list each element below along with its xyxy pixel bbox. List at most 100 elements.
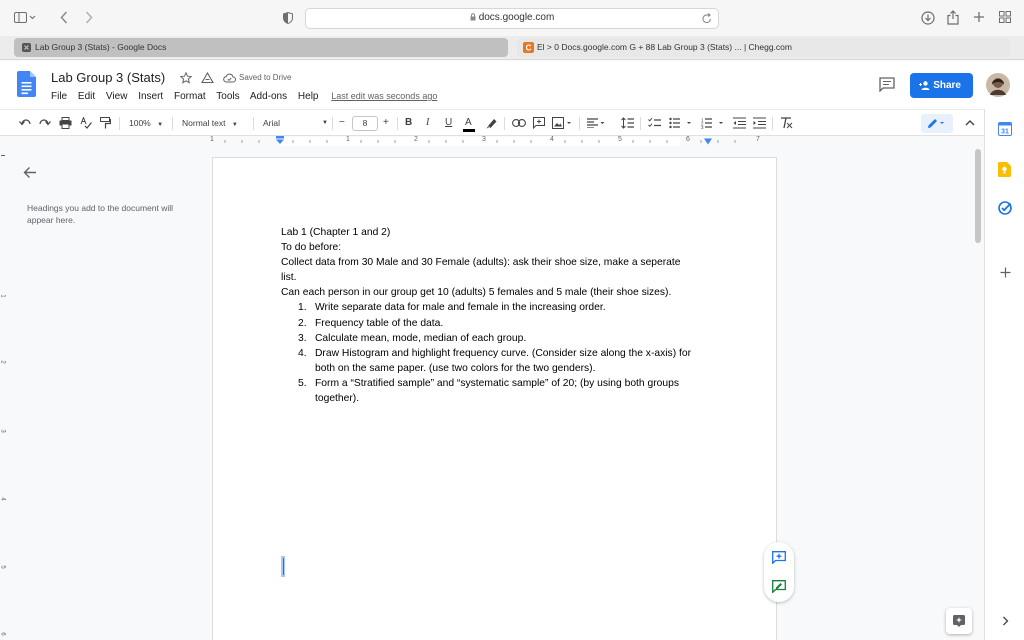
ruler-number: 3	[0, 429, 6, 433]
add-comment-icon[interactable]	[772, 551, 786, 564]
lock-icon	[470, 13, 476, 21]
sidebar-toggle-icon[interactable]	[14, 12, 36, 24]
menu-help[interactable]: Help	[298, 91, 319, 102]
right-indent-marker-icon[interactable]	[703, 138, 713, 145]
reload-icon[interactable]	[702, 13, 712, 24]
formatting-toolbar: 100% ▼ Normal text ▼ Arial ▼ − 8 + B I U …	[0, 109, 984, 136]
tab-label: El > 0 Docs.google.com G + 88 Lab Group …	[537, 42, 792, 52]
ruler-number: 6	[686, 136, 690, 143]
style-value: Normal text	[182, 118, 226, 128]
add-comment-icon[interactable]	[533, 117, 545, 129]
clear-formatting-icon[interactable]	[780, 117, 793, 129]
share-button[interactable]: Share	[910, 73, 973, 98]
share-page-icon[interactable]	[947, 10, 959, 25]
downloads-icon[interactable]	[921, 11, 935, 25]
align-icon[interactable]	[587, 118, 605, 128]
insert-image-icon[interactable]	[552, 117, 572, 129]
keep-notes-icon[interactable]	[998, 162, 1011, 177]
list-item-text: Frequency table of the data.	[315, 317, 444, 329]
menu-tools[interactable]: Tools	[216, 91, 239, 102]
vertical-ruler: 1 2 3 4 5 6	[0, 147, 10, 640]
get-addons-icon[interactable]	[1000, 267, 1011, 278]
line-spacing-icon[interactable]	[621, 117, 634, 129]
spellcheck-icon[interactable]	[80, 117, 92, 129]
address-bar[interactable]: docs.google.com	[305, 8, 719, 29]
avatar[interactable]	[986, 73, 1010, 97]
document-title[interactable]: Lab Group 3 (Stats)	[51, 70, 165, 85]
tasks-icon[interactable]	[998, 201, 1012, 215]
expand-panel-icon[interactable]	[1002, 616, 1009, 626]
numbered-list-icon[interactable]: 123	[701, 117, 724, 129]
editing-mode-button[interactable]	[921, 114, 953, 133]
ruler-number: 1	[0, 294, 6, 298]
comments-icon[interactable]	[879, 77, 895, 92]
style-select[interactable]: Normal text ▼	[182, 110, 238, 136]
menu-bar: File Edit View Insert Format Tools Add-o…	[51, 91, 445, 102]
last-edit-link[interactable]: Last edit was seconds ago	[331, 91, 437, 101]
redo-icon[interactable]	[39, 118, 51, 128]
zoom-select[interactable]: 100% ▼	[129, 110, 163, 136]
paint-format-icon[interactable]	[100, 117, 111, 129]
forward-icon[interactable]	[85, 11, 93, 24]
collapse-menus-icon[interactable]	[965, 119, 975, 126]
suggest-edits-icon[interactable]	[772, 580, 786, 593]
left-indent-marker-icon[interactable]	[275, 136, 285, 145]
outline-hint: Headings you add to the document will ap…	[27, 203, 174, 225]
underline-button[interactable]: U	[445, 110, 452, 136]
menu-view[interactable]: View	[106, 91, 128, 102]
increase-indent-icon[interactable]	[753, 117, 766, 129]
print-icon[interactable]	[59, 117, 72, 129]
font-size-input[interactable]: 8	[352, 116, 378, 131]
font-select[interactable]: Arial ▼	[263, 110, 328, 136]
doc-line: Can each person in our group get 10 (adu…	[281, 287, 672, 299]
text-color-button[interactable]: A	[463, 110, 475, 136]
italic-button[interactable]: I	[426, 110, 429, 136]
font-size-increase-button[interactable]: +	[383, 110, 389, 136]
privacy-shield-icon[interactable]	[283, 12, 293, 24]
list-item-text: Write separate data for male and female …	[315, 302, 606, 314]
toolbar-divider	[772, 117, 773, 130]
bold-button[interactable]: B	[405, 110, 412, 136]
scrollbar-thumb[interactable]	[975, 149, 981, 243]
back-icon[interactable]	[60, 11, 68, 24]
menu-addons[interactable]: Add-ons	[250, 91, 287, 102]
url-text: docs.google.com	[478, 12, 555, 23]
docs-logo-icon[interactable]	[17, 71, 36, 97]
tab-overview-icon[interactable]	[999, 11, 1011, 23]
doc-line: To do before:	[281, 242, 342, 254]
tab-chegg[interactable]: C El > 0 Docs.google.com G + 88 Lab Grou…	[517, 38, 1010, 57]
undo-icon[interactable]	[19, 118, 31, 128]
document-page[interactable]: Lab 1 (Chapter 1 and 2) To do before: Co…	[212, 157, 777, 640]
move-to-folder-icon[interactable]	[201, 72, 214, 84]
horizontal-ruler[interactable]: 1 1 2 3 4 5 6 7	[0, 136, 984, 147]
list-item-text: Draw Histogram and highlight frequency c…	[315, 347, 692, 374]
highlight-color-icon[interactable]	[486, 117, 498, 129]
menu-insert[interactable]: Insert	[138, 91, 163, 102]
menu-format[interactable]: Format	[174, 91, 206, 102]
calendar-icon[interactable]: 31	[998, 122, 1012, 136]
bulleted-list-icon[interactable]	[669, 117, 692, 129]
menu-edit[interactable]: Edit	[78, 91, 95, 102]
tab-google-docs[interactable]: Lab Group 3 (Stats) - Google Docs	[14, 38, 508, 57]
star-icon[interactable]	[180, 72, 192, 84]
document-body[interactable]: Lab 1 (Chapter 1 and 2) To do before: Co…	[281, 225, 691, 406]
ruler-number: 1	[346, 136, 350, 143]
list-item: 2. Frequency table of the data.	[281, 316, 691, 331]
ruler-number: 4	[0, 497, 6, 501]
ruler-number: 2	[0, 360, 6, 364]
new-tab-icon[interactable]	[973, 11, 985, 23]
list-number: 5.	[298, 377, 307, 389]
checklist-icon[interactable]	[648, 117, 661, 129]
explore-button[interactable]	[946, 608, 972, 634]
link-icon[interactable]	[512, 119, 526, 127]
ruler-number: 1	[210, 136, 214, 143]
close-tab-icon[interactable]	[22, 43, 31, 52]
cloud-saved-icon	[223, 73, 236, 83]
menu-file[interactable]: File	[51, 91, 67, 102]
font-size-decrease-button[interactable]: −	[339, 110, 345, 136]
toolbar-divider	[253, 117, 254, 130]
chevron-down-icon: ▼	[231, 122, 238, 128]
close-outline-icon[interactable]	[23, 166, 37, 179]
decrease-indent-icon[interactable]	[733, 117, 746, 129]
list-number: 2.	[298, 317, 307, 329]
